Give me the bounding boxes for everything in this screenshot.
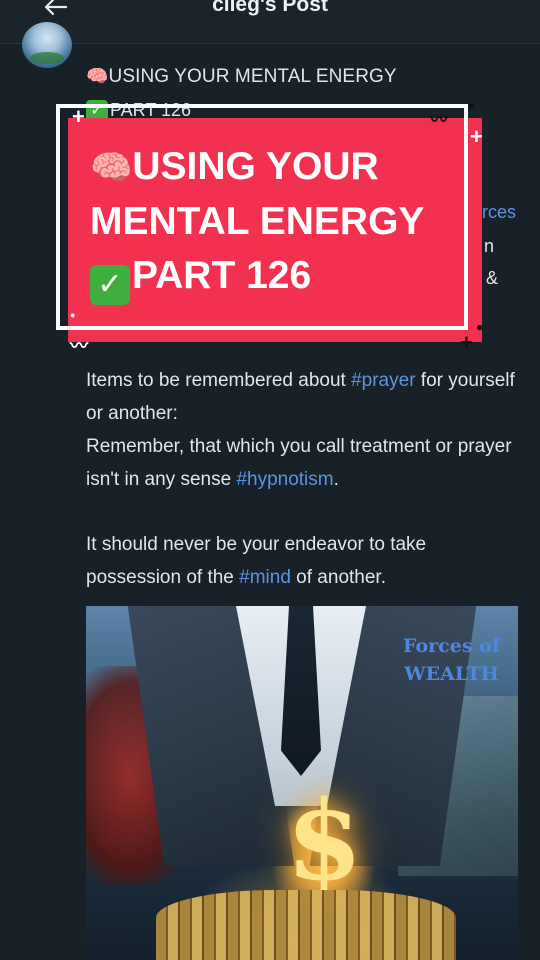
post-title-text: USING YOUR MENTAL ENERGY — [108, 66, 397, 87]
plus-sparkle-icon: + — [470, 124, 483, 149]
image-caption: Forces of WEALTH — [403, 632, 500, 688]
overlay-title: 🧠USING YOUR MENTAL ENERGY ✓ PART 126 — [90, 140, 470, 305]
paragraph-text: Items to be remembered about — [86, 370, 352, 391]
image-caption-line-2: WEALTH — [404, 663, 499, 685]
author-avatar[interactable] — [22, 22, 72, 68]
dollar-sign-icon: $ — [286, 776, 363, 905]
hashtag-link[interactable]: #prayer — [351, 370, 415, 391]
post-image[interactable]: $ Forces of WEALTH — [86, 606, 518, 960]
post-paragraph: It should never be your endeavor to take… — [86, 528, 516, 594]
dot-icon: ● — [70, 310, 76, 320]
image-caption-line-1: Forces of — [403, 635, 500, 657]
dot-icon: ● — [468, 98, 476, 112]
partial-hashtag[interactable]: rces — [482, 202, 516, 223]
hashtag-link[interactable]: #hypnotism — [236, 469, 333, 490]
coin-pile — [156, 890, 456, 960]
overlay-line-3: PART 126 — [132, 254, 312, 297]
paragraph-text: . — [333, 469, 339, 490]
brain-emoji: 🧠 — [90, 149, 133, 187]
zigzag-icon: 〰 — [70, 336, 88, 356]
partial-text: n — [484, 236, 495, 256]
plus-sparkle-icon: + — [460, 330, 473, 355]
post-paragraph: Items to be remembered about #prayer for… — [86, 364, 516, 496]
plus-sparkle-icon: + — [72, 104, 85, 129]
page-title: cileg's Post — [212, 0, 328, 16]
check-mark-icon: ✓ — [90, 265, 130, 305]
overlay-line-1: USING YOUR — [132, 145, 379, 188]
hashtag-link[interactable]: #mind — [239, 567, 291, 588]
post-title: 🧠USING YOUR MENTAL ENERGY — [86, 66, 397, 88]
dot-icon: ● — [476, 320, 484, 334]
top-bar: cileg's Post — [0, 0, 540, 44]
zigzag-icon: 〰 — [430, 110, 448, 130]
paragraph-text: of another. — [290, 567, 386, 588]
brain-emoji: 🧠 — [86, 66, 109, 86]
overlay-line-2: MENTAL ENERGY — [90, 200, 425, 243]
partial-text: & — [486, 268, 499, 288]
